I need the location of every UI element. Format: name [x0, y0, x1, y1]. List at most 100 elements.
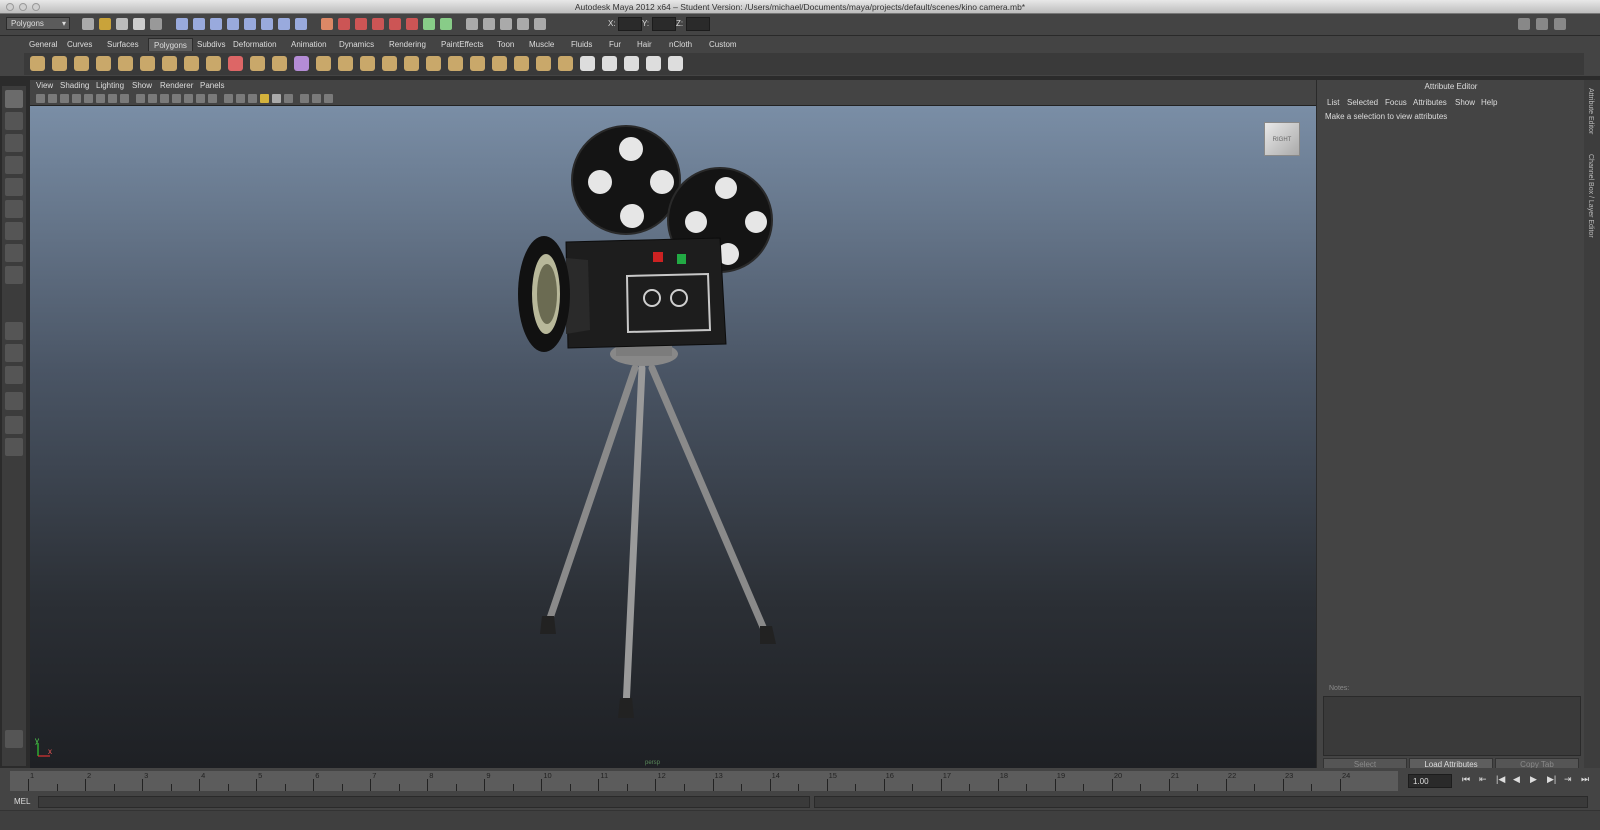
shelf-tool-icon[interactable]: [338, 56, 353, 71]
panel-toolbar-icon[interactable]: [224, 94, 233, 103]
step-forward-frame-icon[interactable]: ▶|: [1547, 774, 1556, 785]
status-tool-icon[interactable]: [210, 18, 222, 30]
status-tool-icon[interactable]: [193, 18, 205, 30]
panel-toolbar-icon[interactable]: [196, 94, 205, 103]
go-to-end-icon[interactable]: ⏭: [1581, 774, 1589, 785]
status-tool-icon[interactable]: [355, 18, 367, 30]
attr-menu-show[interactable]: Show: [1455, 98, 1475, 107]
panel-toolbar-icon[interactable]: [248, 94, 257, 103]
shelf-tab-rendering[interactable]: Rendering: [384, 38, 431, 51]
perspective-viewport[interactable]: RIGHT y x persp: [30, 106, 1316, 768]
status-tool-icon[interactable]: [82, 18, 94, 30]
shelf-tab-subdivs[interactable]: Subdivs: [192, 38, 230, 51]
panel-toolbar-icon[interactable]: [300, 94, 309, 103]
panel-menu-show[interactable]: Show: [132, 81, 152, 90]
status-tool-icon[interactable]: [133, 18, 145, 30]
panel-toolbar-icon[interactable]: [60, 94, 69, 103]
shelf-tool-icon[interactable]: [294, 56, 309, 71]
shelf-tab-polygons[interactable]: Polygons: [148, 38, 193, 51]
attr-menu-focus[interactable]: Focus: [1385, 98, 1407, 107]
panel-toolbar-icon[interactable]: [236, 94, 245, 103]
status-tool-icon[interactable]: [116, 18, 128, 30]
panel-menu-panels[interactable]: Panels: [200, 81, 224, 90]
play-backwards-icon[interactable]: ◀: [1513, 774, 1520, 785]
status-tool-icon[interactable]: [338, 18, 350, 30]
panel-toolbar-icon[interactable]: [284, 94, 293, 103]
shelf-tab-animation[interactable]: Animation: [286, 38, 332, 51]
shelf-tab-ncloth[interactable]: nCloth: [664, 38, 697, 51]
shelf-tool-icon[interactable]: [74, 56, 89, 71]
outliner-persp-layout-icon[interactable]: [5, 366, 23, 384]
panel-toolbar-icon[interactable]: [36, 94, 45, 103]
shelf-tool-icon[interactable]: [624, 56, 639, 71]
status-tool-icon[interactable]: [372, 18, 384, 30]
move-tool-icon[interactable]: [5, 156, 23, 174]
panel-toolbar-icon[interactable]: [324, 94, 333, 103]
attr-menu-selected[interactable]: Selected: [1347, 98, 1378, 107]
shelf-tool-icon[interactable]: [30, 56, 45, 71]
status-tool-icon[interactable]: [99, 18, 111, 30]
shelf-tab-painteffects[interactable]: PaintEffects: [436, 38, 489, 51]
shelf-tool-icon[interactable]: [470, 56, 485, 71]
select-tool-icon[interactable]: [5, 90, 23, 108]
shelf-tool-icon[interactable]: [382, 56, 397, 71]
shelf-tool-icon[interactable]: [580, 56, 595, 71]
tab-attribute-editor[interactable]: Attribute Editor: [1587, 88, 1594, 134]
status-tool-icon[interactable]: [227, 18, 239, 30]
panel-toolbar-icon[interactable]: [184, 94, 193, 103]
status-tool-icon[interactable]: [389, 18, 401, 30]
panel-toolbar-icon[interactable]: [120, 94, 129, 103]
status-tool-icon[interactable]: [500, 18, 512, 30]
status-tool-icon[interactable]: [423, 18, 435, 30]
panel-menu-renderer[interactable]: Renderer: [160, 81, 193, 90]
hypershade-layout-icon[interactable]: [5, 438, 23, 456]
tab-channel-box[interactable]: Channel Box / Layer Editor: [1587, 154, 1594, 238]
shelf-tool-icon[interactable]: [140, 56, 155, 71]
status-tool-icon[interactable]: [176, 18, 188, 30]
shelf-tool-icon[interactable]: [184, 56, 199, 71]
shelf-tool-icon[interactable]: [250, 56, 265, 71]
status-tool-icon[interactable]: [406, 18, 418, 30]
scale-tool-icon[interactable]: [5, 200, 23, 218]
shelf-tab-custom[interactable]: Custom: [704, 38, 742, 51]
coord-z-field[interactable]: [686, 17, 710, 31]
step-forward-key-icon[interactable]: ⇥: [1564, 774, 1572, 785]
shelf-tool-icon[interactable]: [646, 56, 661, 71]
panel-toolbar-icon[interactable]: [96, 94, 105, 103]
panel-toolbar-icon[interactable]: [260, 94, 269, 103]
shelf-tool-icon[interactable]: [404, 56, 419, 71]
panel-toolbar-icon[interactable]: [72, 94, 81, 103]
panel-toolbar-icon[interactable]: [272, 94, 281, 103]
status-tool-icon[interactable]: [466, 18, 478, 30]
universal-manipulator-icon[interactable]: [5, 222, 23, 240]
shelf-tab-fur[interactable]: Fur: [604, 38, 626, 51]
panel-toolbar-icon[interactable]: [172, 94, 181, 103]
menu-set-selector[interactable]: Polygons ▾: [6, 17, 70, 30]
shelf-tool-icon[interactable]: [668, 56, 683, 71]
rotate-tool-icon[interactable]: [5, 178, 23, 196]
panel-menu-shading[interactable]: Shading: [60, 81, 89, 90]
panel-menu-lighting[interactable]: Lighting: [96, 81, 124, 90]
step-back-key-icon[interactable]: ⇤: [1479, 774, 1487, 785]
shelf-tool-icon[interactable]: [448, 56, 463, 71]
command-language-label[interactable]: MEL: [14, 797, 30, 806]
shelf-tab-toon[interactable]: Toon: [492, 38, 519, 51]
notes-field[interactable]: [1323, 696, 1581, 756]
status-tool-icon[interactable]: [517, 18, 529, 30]
attr-menu-help[interactable]: Help: [1481, 98, 1497, 107]
toggle-sidebar-icon[interactable]: [1518, 18, 1530, 30]
script-editor-icon[interactable]: [5, 730, 23, 748]
panel-toolbar-icon[interactable]: [48, 94, 57, 103]
shelf-tab-curves[interactable]: Curves: [62, 38, 97, 51]
shelf-tab-general[interactable]: General: [24, 38, 62, 51]
status-tool-icon[interactable]: [321, 18, 333, 30]
status-tool-icon[interactable]: [261, 18, 273, 30]
shelf-tool-icon[interactable]: [536, 56, 551, 71]
toggle-channel-box-icon[interactable]: [1536, 18, 1548, 30]
shelf-tab-deformation[interactable]: Deformation: [228, 38, 282, 51]
status-tool-icon[interactable]: [440, 18, 452, 30]
panel-toolbar-icon[interactable]: [136, 94, 145, 103]
shelf-tool-icon[interactable]: [162, 56, 177, 71]
status-tool-icon[interactable]: [295, 18, 307, 30]
shelf-tab-hair[interactable]: Hair: [632, 38, 657, 51]
